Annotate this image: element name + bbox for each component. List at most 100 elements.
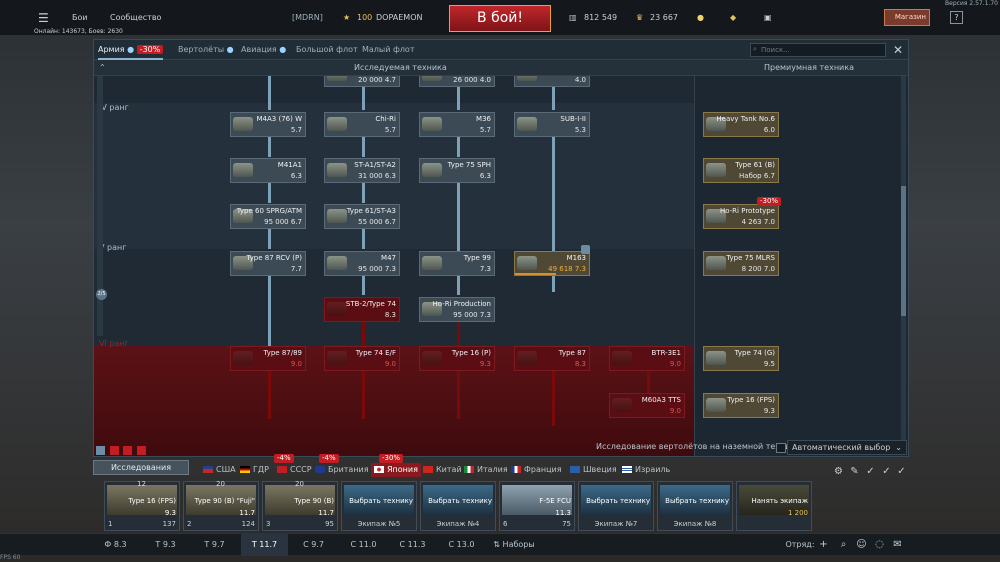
premium-card-type-61-b[interactable]: Type 61 (B) Набор 6.7 — [703, 158, 779, 183]
preset-tab[interactable]: С 11.0 — [340, 534, 387, 556]
vehicle-card-type-87[interactable]: Type 87 8.3 — [514, 346, 590, 371]
chat-icon[interactable]: ◌ — [874, 539, 885, 550]
vehicle-card-m163[interactable]: M163 49 618 7.3 — [514, 251, 590, 276]
premium-scrollbar[interactable] — [901, 76, 906, 446]
vehicle-card-m60a3-tts[interactable]: M60A3 TTS 9.0 — [609, 393, 685, 418]
heli-research-checkbox[interactable] — [776, 443, 786, 453]
preset-tab[interactable]: С 9.7 — [290, 534, 337, 556]
booster-icon[interactable] — [109, 446, 119, 455]
crew-slot[interactable]: Type 16 (FPS) 9.3 1 137 12 — [104, 480, 180, 531]
vehicle-card-type-75-sph[interactable]: Type 75 SPH 6.3 — [419, 158, 495, 183]
search-input[interactable]: Поиск... — [750, 43, 886, 57]
vehicle-card-st-a1[interactable]: ST-A1/ST-A2 31 000 6.3 — [324, 158, 400, 183]
vehicle-card-type-60-sprg[interactable]: Type 60 SPRG/ATM 95 000 6.7 — [230, 204, 306, 229]
booster-icon[interactable] — [123, 446, 133, 455]
vehicle-card-type-61[interactable]: Type 61/ST-A3 55 000 6.7 — [324, 204, 400, 229]
crew-slot[interactable]: Выбрать технику Экипаж №5 — [341, 481, 417, 531]
crew-slot[interactable]: Выбрать технику Экипаж №8 — [657, 481, 733, 531]
check-all-icon[interactable]: ✓ — [881, 466, 892, 477]
nation-israel[interactable]: Израиль — [622, 463, 670, 477]
nation-france[interactable]: Франция — [511, 463, 562, 477]
preset-bar: Ф 8.3 Т 9.3 Т 9.7 Т 11.7 С 9.7 С 11.0 С … — [0, 533, 1000, 556]
nation-usa[interactable]: США — [203, 463, 236, 477]
tab-aviation[interactable]: Авиация ● — [241, 40, 286, 60]
preset-tab-active[interactable]: Т 11.7 — [241, 534, 288, 556]
vehicle-card-ho-ri-production[interactable]: Ho-Ri Production 95 000 7.3 — [419, 297, 495, 322]
preset-tab[interactable]: С 13.0 — [438, 534, 485, 556]
vehicle-thumbnail — [327, 209, 347, 223]
nation-britain[interactable]: Британия — [315, 463, 369, 477]
vehicle-card-type-16-p[interactable]: Type 16 (P) 9.3 — [419, 346, 495, 371]
premium-card-ho-ri-prototype[interactable]: Ho-Ri Prototype 4 263 7.0 — [703, 204, 779, 229]
plus-icon[interactable]: + — [818, 539, 829, 550]
wallet-icon[interactable]: ▣ — [764, 0, 772, 36]
nation-italy[interactable]: Италия — [464, 463, 508, 477]
close-icon[interactable]: ✕ — [891, 42, 905, 58]
vehicle-card-stb-2[interactable]: STB-2/Type 74 8.3 — [324, 297, 400, 322]
wrench-icon[interactable]: ✎ — [849, 466, 860, 477]
nation-china[interactable]: Китай — [423, 463, 462, 477]
vehicle-card-btr-3e1[interactable]: BTR-3E1 9.0 — [609, 346, 685, 371]
tab-bluewater-fleet[interactable]: Большой флот — [296, 40, 358, 60]
vehicle-card[interactable]: 4.0 — [514, 76, 590, 87]
premium-card-heavy-tank-no6[interactable]: Heavy Tank No.6 6.0 — [703, 112, 779, 137]
research-points-value: 23 667 — [650, 13, 678, 22]
vehicle-card-type-99[interactable]: Type 99 7.3 — [419, 251, 495, 276]
contacts-icon[interactable]: ☺ — [856, 539, 867, 550]
search-icon[interactable]: ⌕ — [838, 539, 849, 550]
booster-icon[interactable] — [136, 446, 146, 455]
crew-slot[interactable]: Type 90 (B) 11.7 3 95 20 — [262, 480, 338, 531]
crew-slot[interactable]: Выбрать технику Экипаж №4 — [420, 481, 496, 531]
vehicle-card-type-74-ef[interactable]: Type 74 E/F 9.0 — [324, 346, 400, 371]
player-name[interactable]: DOPAEMON — [376, 0, 422, 36]
collapse-up-icon[interactable]: ⌃ — [99, 60, 106, 76]
discount-badge: -30% — [757, 197, 782, 206]
vehicle-card[interactable]: 26 000 4.0 — [419, 76, 495, 87]
vehicle-card-type-87-89[interactable]: Type 87/89 9.0 — [230, 346, 306, 371]
premium-icon[interactable]: ◆ — [730, 0, 736, 36]
tab-army[interactable]: Армия ● -30% — [98, 40, 164, 60]
mail-icon[interactable]: ✉ — [892, 539, 903, 550]
research-tree-panel: Армия ● -30% Вертолёты ● Авиация ● Больш… — [93, 39, 909, 457]
tab-helicopters[interactable]: Вертолёты ● — [178, 40, 234, 60]
presets-button[interactable]: ⇅ Наборы — [488, 534, 540, 556]
vehicle-card-m4a3[interactable]: M4A3 (76) W 5.7 — [230, 112, 306, 137]
nation-sweden[interactable]: Швеция — [570, 463, 617, 477]
help-button[interactable]: ? — [950, 11, 963, 24]
connector — [362, 274, 365, 295]
tab-coastal-fleet[interactable]: Малый флот — [362, 40, 414, 60]
crew-slot[interactable]: Выбрать технику Экипаж №7 — [578, 481, 654, 531]
check-icon[interactable]: ✓ — [865, 466, 876, 477]
vehicle-card-m36[interactable]: M36 5.7 — [419, 112, 495, 137]
vehicle-card[interactable]: 20 000 4.7 — [324, 76, 400, 87]
gear-icon[interactable]: ⚙ — [833, 466, 844, 477]
crew-slot[interactable]: F-5E FCU 11.3 6 75 — [499, 481, 575, 531]
booster-icons — [96, 446, 156, 457]
squadron-tag[interactable]: [MDRN] — [292, 0, 323, 36]
check-repair-icon[interactable]: ✓ — [896, 466, 907, 477]
bulb-icon[interactable]: ● — [697, 0, 704, 36]
premium-card-type-74-g[interactable]: Type 74 (G) 9.5 — [703, 346, 779, 371]
bulb-icon[interactable] — [96, 446, 105, 455]
nation-japan[interactable]: Япония — [371, 463, 421, 477]
hire-crew-slot[interactable]: Нанять экипаж 1 200 — [736, 481, 812, 531]
vehicle-card-sub-i-ii[interactable]: SUB-I-II 5.3 — [514, 112, 590, 137]
premium-card-type-75-mlrs[interactable]: Type 75 MLRS 8 200 7.0 — [703, 251, 779, 276]
shop-button[interactable]: Магазин — [884, 9, 930, 26]
battle-button[interactable]: В бой! — [449, 5, 551, 32]
crew-slot[interactable]: Type 90 (B) "Fuji" 11.7 2 124 20 — [183, 480, 259, 531]
scrollbar-thumb[interactable] — [901, 186, 906, 316]
preset-tab[interactable]: С 11.3 — [389, 534, 436, 556]
preset-tab[interactable]: Т 9.3 — [142, 534, 189, 556]
vehicle-card-type-87-rcv[interactable]: Type 87 RCV (P) 7.7 — [230, 251, 306, 276]
premium-card-type-16-fps[interactable]: Type 16 (FPS) 9.3 — [703, 393, 779, 418]
vehicle-card-m41a1[interactable]: M41A1 6.3 — [230, 158, 306, 183]
vehicle-card-chi-ri[interactable]: Chi-Ri 5.7 — [324, 112, 400, 137]
vehicle-card-m47[interactable]: M47 95 000 7.3 — [324, 251, 400, 276]
nation-gdr[interactable]: ГДР — [240, 463, 269, 477]
preset-tab[interactable]: Ф 8.3 — [92, 534, 139, 556]
preset-tab[interactable]: Т 9.7 — [191, 534, 238, 556]
auto-select-dropdown[interactable]: Автоматический выбор ⌄ — [787, 440, 907, 455]
connector — [362, 137, 365, 157]
nation-ussr[interactable]: СССР — [277, 463, 312, 477]
